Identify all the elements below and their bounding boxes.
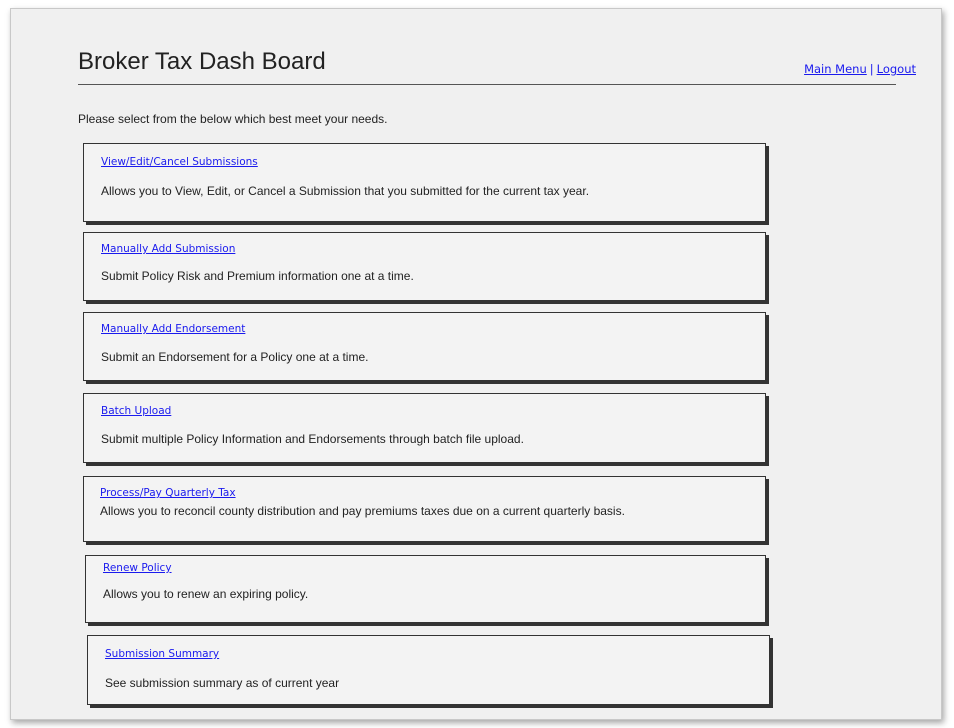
intro-text: Please select from the below which best …	[78, 112, 388, 126]
option-description: Allows you to reconcil county distributi…	[100, 504, 625, 518]
option-description: Submit Policy Risk and Premium informati…	[101, 269, 414, 283]
option-description: See submission summary as of current yea…	[105, 676, 340, 690]
option-description: Allows you to View, Edit, or Cancel a Su…	[101, 184, 590, 198]
title-divider	[78, 84, 896, 85]
view-edit-cancel-submissions-link[interactable]: View/Edit/Cancel Submissions	[101, 156, 258, 168]
option-description: Allows you to renew an expiring policy.	[103, 587, 309, 601]
option-description: Submit multiple Policy Information and E…	[101, 432, 524, 446]
option-card-submission-summary: Submission Summary See submission summar…	[87, 635, 770, 705]
option-card-renew-policy: Renew Policy Allows you to renew an expi…	[85, 555, 766, 623]
page-title: Broker Tax Dash Board	[78, 48, 326, 75]
option-card-manually-add-endorsement: Manually Add Endorsement Submit an Endor…	[83, 312, 766, 381]
top-nav: Main Menu | Logout	[804, 62, 916, 76]
main-menu-link[interactable]: Main Menu	[804, 62, 867, 76]
option-card-process-pay-quarterly-tax: Process/Pay Quarterly Tax Allows you to …	[83, 476, 766, 542]
option-card-batch-upload: Batch Upload Submit multiple Policy Info…	[83, 393, 766, 463]
manually-add-submission-link[interactable]: Manually Add Submission	[101, 243, 235, 255]
submission-summary-link[interactable]: Submission Summary	[105, 648, 219, 660]
nav-separator: |	[869, 62, 874, 76]
batch-upload-link[interactable]: Batch Upload	[101, 405, 171, 417]
logout-link[interactable]: Logout	[877, 62, 916, 76]
option-card-manually-add-submission: Manually Add Submission Submit Policy Ri…	[83, 232, 766, 301]
process-pay-quarterly-tax-link[interactable]: Process/Pay Quarterly Tax	[100, 487, 236, 499]
renew-policy-link[interactable]: Renew Policy	[103, 562, 172, 574]
manually-add-endorsement-link[interactable]: Manually Add Endorsement	[101, 323, 245, 335]
option-card-view-edit-cancel: View/Edit/Cancel Submissions Allows you …	[83, 143, 766, 222]
option-description: Submit an Endorsement for a Policy one a…	[101, 350, 369, 364]
